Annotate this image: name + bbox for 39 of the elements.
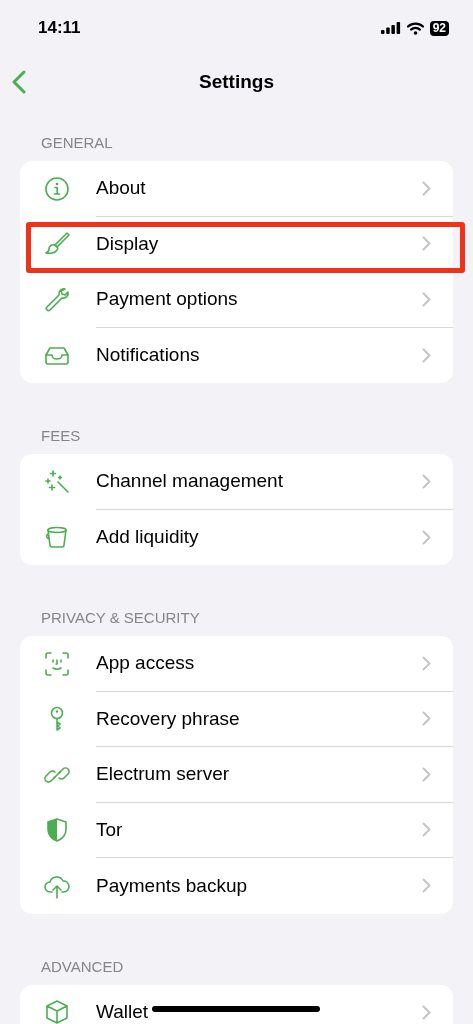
row-label: App access [96, 651, 195, 675]
row-label: Payment options [96, 287, 238, 311]
chevron-icon [422, 236, 431, 252]
magic-wand-icon [43, 467, 71, 496]
section-header: FEES [40, 427, 82, 445]
back-chevron-icon[interactable] [12, 70, 26, 94]
chevron-icon [422, 529, 431, 545]
row-label: Payments backup [96, 873, 248, 898]
signal-icon [380, 22, 401, 34]
row-label: Add liquidity [96, 525, 199, 549]
row-label: Display [96, 231, 159, 256]
chevron-icon [422, 711, 431, 727]
status-time: 14:11 [38, 17, 81, 40]
chevron-icon [422, 291, 431, 307]
row-label: Wallet [96, 1000, 149, 1024]
section-header: GENERAL [40, 134, 114, 152]
row-label: Recovery phrase [96, 706, 240, 731]
chevron-icon [422, 473, 431, 489]
wifi-icon [406, 21, 424, 35]
chevron-icon [422, 822, 431, 838]
battery-level: 92 [429, 20, 449, 36]
chevron-icon [422, 347, 431, 363]
chevron-icon [422, 655, 431, 671]
row-label: Electrum server [96, 762, 230, 786]
face-id-icon [43, 649, 71, 678]
info-icon [43, 174, 71, 203]
row-label: Channel management [96, 469, 283, 493]
chevron-icon [422, 1004, 431, 1020]
wrench-icon [43, 285, 71, 314]
row-label: Notifications [96, 343, 200, 367]
chevron-icon [422, 766, 431, 782]
cube-icon [43, 998, 71, 1024]
chevron-icon [422, 180, 431, 196]
section-header: PRIVACY & SECURITY [40, 609, 201, 627]
row-label: Tor [96, 817, 123, 842]
row-label: About [96, 176, 146, 200]
section-header: ADVANCED [40, 957, 125, 976]
chevron-icon [422, 878, 431, 894]
nav-title: Settings [199, 69, 274, 94]
